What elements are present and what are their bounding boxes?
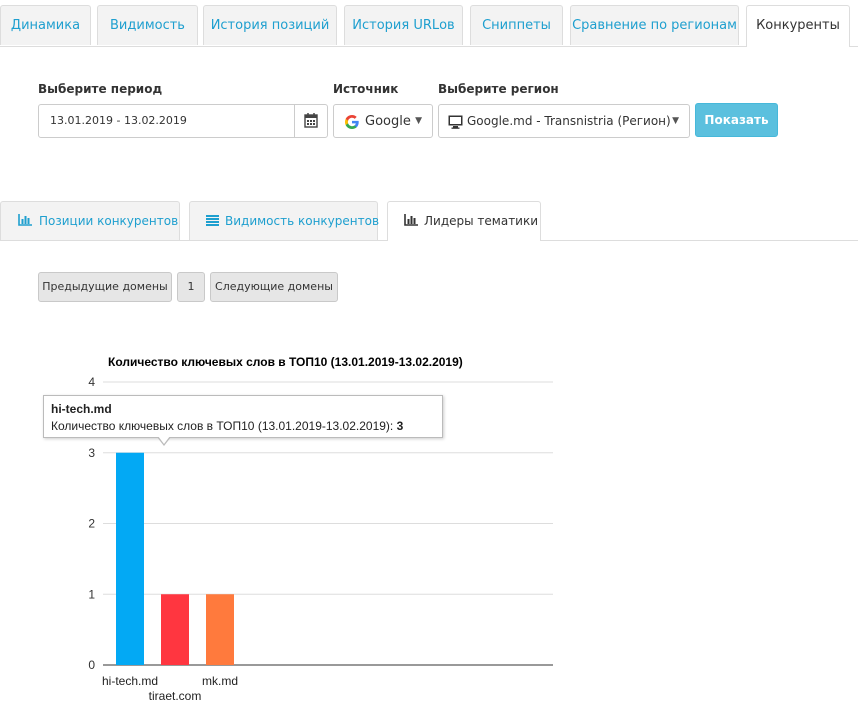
bar-chart-icon [18,214,32,226]
y-tick-label: 0 [88,658,95,672]
region-value: Google.md - Transnistria (Регион) [467,114,671,128]
google-icon [345,115,359,129]
list-icon [206,215,219,226]
page-number-button[interactable]: 1 [177,272,205,302]
region-select[interactable]: Google.md - Transnistria (Регион) ▼ [438,104,690,138]
source-value: Google [365,114,411,129]
chevron-down-icon: ▼ [415,116,422,126]
tooltip-text: Количество ключевых слов в ТОП10 (13.01.… [51,419,397,433]
calendar-button[interactable] [294,105,327,137]
prev-domains-button[interactable]: Предыдущие домены [38,272,172,302]
calendar-icon [304,113,318,128]
chevron-down-icon: ▼ [672,116,679,126]
period-input[interactable]: 13.01.2019 - 13.02.2019 [38,104,328,138]
y-tick-label: 1 [88,587,95,601]
tooltip-arrow [157,436,171,446]
tab-visibility[interactable]: Видимость [97,5,198,45]
x-tick-label: hi-tech.md [102,674,158,688]
y-tick-label: 3 [88,446,95,460]
competitor-subtabs: Позиции конкурентов Видимость конкуренто… [0,201,858,241]
x-tick-label: tiraet.com [149,689,202,703]
tab-label: Лидеры тематики [424,214,539,228]
bar-mk.md [206,594,234,665]
source-label: Источник [333,82,399,96]
next-domains-button[interactable]: Следующие домены [210,272,338,302]
tab-snippets[interactable]: Сниппеты [470,5,563,45]
tab-topic-leaders[interactable]: Лидеры тематики [387,201,541,241]
tab-competitor-visibility[interactable]: Видимость конкурентов [189,201,380,240]
tab-label: Позиции конкурентов [39,214,179,228]
period-value: 13.01.2019 - 13.02.2019 [50,114,187,127]
y-tick-label: 4 [88,375,95,389]
region-label: Выберите регион [438,82,559,96]
tooltip-title: hi-tech.md [51,402,112,416]
tab-competitor-positions[interactable]: Позиции конкурентов [0,201,180,240]
tab-region-comparison[interactable]: Сравнение по регионам [570,5,739,45]
top-tabs: Динамика Видимость История позиций Истор… [0,0,858,47]
bar-hi-tech.md [116,452,144,665]
tooltip-line: Количество ключевых слов в ТОП10 (13.01.… [51,417,435,435]
bar-chart-icon [404,214,418,226]
tab-url-history[interactable]: История URLов [344,5,463,45]
bar-tiraet.com [161,594,189,665]
tab-competitors[interactable]: Конкуренты [746,5,850,47]
tooltip-value: 3 [396,419,404,433]
tab-position-history[interactable]: История позиций [203,5,337,45]
show-button[interactable]: Показать [695,103,778,137]
chart-tooltip: hi-tech.md Количество ключевых слов в ТО… [43,395,443,446]
tab-dynamics[interactable]: Динамика [0,5,91,45]
y-tick-label: 2 [88,517,95,531]
tab-label: Видимость конкурентов [225,214,380,228]
period-label: Выберите период [38,82,163,96]
x-tick-label: mk.md [202,674,238,688]
monitor-icon [448,115,463,129]
source-select[interactable]: Google ▼ [333,104,433,138]
